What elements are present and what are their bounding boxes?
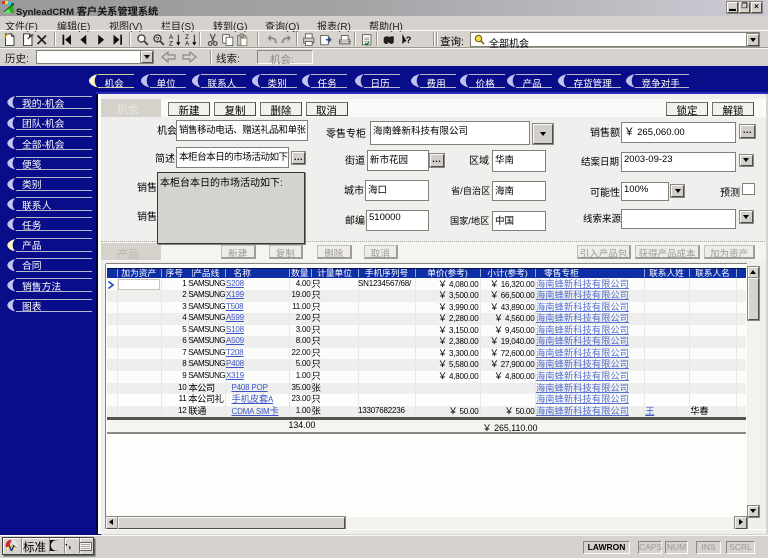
svg-text:Z: Z — [169, 40, 173, 46]
svg-text:?: ? — [155, 36, 159, 43]
svg-text:?: ? — [406, 35, 412, 45]
svg-text:A: A — [185, 40, 190, 46]
